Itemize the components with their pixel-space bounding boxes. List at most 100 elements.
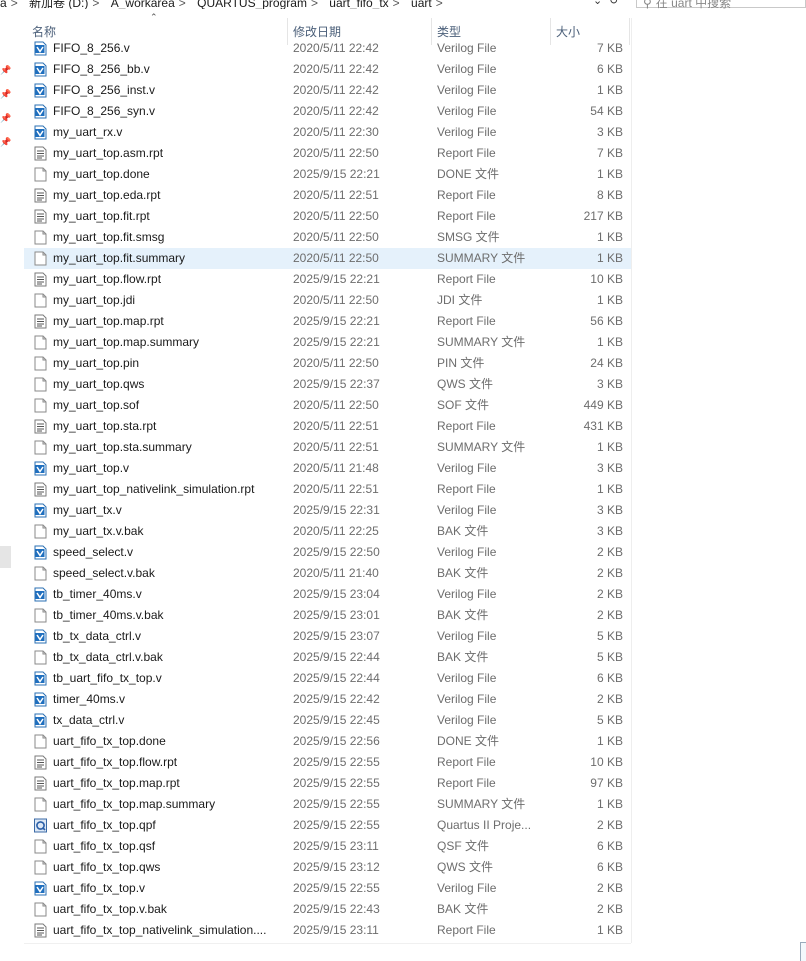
nav-selected-item[interactable]	[0, 546, 11, 568]
pin-icon[interactable]: 📌	[0, 66, 11, 75]
file-size: 1 KB	[596, 482, 623, 496]
report-file-icon	[34, 188, 47, 203]
blank-file-icon	[34, 860, 47, 875]
file-size: 7 KB	[596, 146, 623, 160]
file-size: 5 KB	[596, 629, 623, 643]
file-row[interactable]: uart_fifo_tx_top.v 2025/9/15 22:55 Verilog…	[24, 878, 631, 899]
file-modified-date: 2025/9/15 23:11	[293, 923, 379, 937]
resize-grip[interactable]	[800, 942, 806, 961]
file-row[interactable]: FIFO_8_256_inst.v 2020/5/11 22:42 Verilog …	[24, 80, 631, 101]
file-modified-date: 2025/9/15 22:21	[293, 335, 380, 349]
breadcrumb-item[interactable]: uart	[411, 0, 432, 9]
file-row[interactable]: my_uart_tx.v.bak 2020/5/11 22:25 BAK 文件 3 K…	[24, 521, 631, 542]
file-row[interactable]: tx_data_ctrl.v 2025/9/15 22:45 Verilog Fil…	[24, 710, 631, 731]
file-row[interactable]: my_uart_top.flow.rpt 2025/9/15 22:21 Repor…	[24, 269, 631, 290]
blank-file-icon	[34, 377, 47, 392]
report-file-icon	[34, 755, 47, 770]
verilog-file-icon	[34, 671, 47, 686]
file-modified-date: 2025/9/15 22:50	[293, 545, 380, 559]
file-row[interactable]: uart_fifo_tx_top.map.summary 2025/9/15 22…	[24, 794, 631, 815]
file-row[interactable]: timer_40ms.v 2025/9/15 22:42 Verilog File 2…	[24, 689, 631, 710]
file-type: Verilog File	[437, 62, 497, 76]
file-row[interactable]: tb_uart_fifo_tx_top.v 2025/9/15 22:44 Veri…	[24, 668, 631, 689]
file-row[interactable]: my_uart_top.map.rpt 2025/9/15 22:21 Report…	[24, 311, 631, 332]
file-modified-date: 2025/9/15 22:55	[293, 818, 380, 832]
file-size: 3 KB	[596, 524, 623, 538]
navigation-pane-edge: 📌 📌 📌 📌	[0, 16, 11, 960]
file-row[interactable]: my_uart_top.sof 2020/5/11 22:50 SOF 文件 449 …	[24, 395, 631, 416]
chevron-down-icon[interactable]: ⌄	[593, 0, 602, 7]
file-row[interactable]: uart_fifo_tx_top.v.bak 2025/9/15 22:43 BAK…	[24, 899, 631, 920]
file-row[interactable]: my_uart_top.sta.rpt 2020/5/11 22:51 Report…	[24, 416, 631, 437]
file-size: 3 KB	[596, 377, 623, 391]
file-row[interactable]: speed_select.v 2025/9/15 22:50 Verilog Fil…	[24, 542, 631, 563]
file-row[interactable]: my_uart_top.fit.rpt 2020/5/11 22:50 Report…	[24, 206, 631, 227]
search-icon: ⚲	[643, 0, 652, 9]
file-row[interactable]: FIFO_8_256.v 2020/5/11 22:42 Verilog File 7…	[24, 38, 631, 59]
file-row[interactable]: tb_tx_data_ctrl.v.bak 2025/9/15 22:44 BAK …	[24, 647, 631, 668]
file-row[interactable]: my_uart_top.qws 2025/9/15 22:37 QWS 文件 3 KB	[24, 374, 631, 395]
file-row[interactable]: uart_fifo_tx_top.flow.rpt 2025/9/15 22:55…	[24, 752, 631, 773]
file-row[interactable]: my_uart_top.v 2020/5/11 21:48 Verilog File…	[24, 458, 631, 479]
file-size: 5 KB	[596, 650, 623, 664]
file-row[interactable]: tb_timer_40ms.v 2025/9/15 23:04 Verilog Fi…	[24, 584, 631, 605]
file-row[interactable]: my_uart_top.jdi 2020/5/11 22:50 JDI 文件 1 KB	[24, 290, 631, 311]
file-row[interactable]: tb_tx_data_ctrl.v 2025/9/15 23:07 Verilog …	[24, 626, 631, 647]
file-type: SUMMARY 文件	[437, 440, 526, 454]
verilog-file-icon	[34, 104, 47, 119]
search-input[interactable]: ⚲ 在 uart 中搜索	[636, 0, 806, 9]
file-name: my_uart_top.jdi	[53, 293, 136, 307]
file-modified-date: 2025/9/15 22:42	[293, 692, 380, 706]
file-row[interactable]: my_uart_top.fit.smsg 2020/5/11 22:50 SMSG …	[24, 227, 631, 248]
file-row[interactable]: tb_timer_40ms.v.bak 2025/9/15 23:01 BAK 文件…	[24, 605, 631, 626]
file-modified-date: 2025/9/15 22:44	[293, 650, 380, 664]
file-modified-date: 2020/5/11 22:42	[293, 62, 379, 76]
pin-icon[interactable]: 📌	[0, 114, 11, 123]
file-row[interactable]: uart_fifo_tx_top.qpf 2025/9/15 22:55 Quart…	[24, 815, 631, 836]
verilog-file-icon	[34, 125, 47, 140]
file-row[interactable]: my_uart_top.pin 2020/5/11 22:50 PIN 文件 24 K…	[24, 353, 631, 374]
verilog-file-icon	[34, 83, 47, 98]
file-modified-date: 2020/5/11 22:42	[293, 41, 379, 55]
file-row[interactable]: uart_fifo_tx_top.qsf 2025/9/15 23:11 QSF 文…	[24, 836, 631, 857]
file-modified-date: 2020/5/11 22:50	[293, 356, 379, 370]
file-row[interactable]: my_uart_top.fit.summary 2020/5/11 22:50 SU…	[24, 248, 631, 269]
file-row[interactable]: my_uart_tx.v 2025/9/15 22:31 Verilog File 3…	[24, 500, 631, 521]
file-type: PIN 文件	[437, 356, 485, 370]
file-row[interactable]: my_uart_top.sta.summary 2020/5/11 22:51 SU…	[24, 437, 631, 458]
file-row[interactable]: FIFO_8_256_syn.v 2020/5/11 22:42 Verilog F…	[24, 101, 631, 122]
breadcrumb-item[interactable]: A_workarea	[111, 0, 175, 9]
file-row[interactable]: my_uart_top.eda.rpt 2020/5/11 22:51 Report…	[24, 185, 631, 206]
file-type: SUMMARY 文件	[437, 335, 526, 349]
pin-icon[interactable]: 📌	[0, 90, 11, 99]
breadcrumb-item[interactable]: a	[0, 0, 7, 9]
file-row[interactable]: my_uart_top_nativelink_simulation.rpt 202…	[24, 479, 631, 500]
file-row[interactable]: my_uart_rx.v 2020/5/11 22:30 Verilog File 3…	[24, 122, 631, 143]
breadcrumb-item[interactable]: uart_fifo_tx	[329, 0, 388, 9]
file-type: Verilog File	[437, 545, 497, 559]
verilog-file-icon	[34, 692, 47, 707]
breadcrumb-item[interactable]: QUARTUS_program	[197, 0, 307, 9]
refresh-icon[interactable]: ↻	[609, 0, 618, 7]
blank-file-icon	[34, 167, 47, 182]
verilog-file-icon	[34, 62, 47, 77]
breadcrumb-item[interactable]: 新加卷 (D:)	[29, 0, 88, 9]
file-size: 6 KB	[596, 860, 623, 874]
file-name: my_uart_top_nativelink_simulation.rpt	[53, 482, 255, 496]
file-row[interactable]: my_uart_top.asm.rpt 2020/5/11 22:50 Report…	[24, 143, 631, 164]
file-name: uart_fifo_tx_top.v.bak	[53, 902, 167, 916]
file-row[interactable]: uart_fifo_tx_top_nativelink_simulation..…	[24, 920, 631, 941]
file-row[interactable]: uart_fifo_tx_top.map.rpt 2025/9/15 22:55 R…	[24, 773, 631, 794]
file-row[interactable]: my_uart_top.done 2025/9/15 22:21 DONE 文件 1 …	[24, 164, 631, 185]
file-row[interactable]: my_uart_top.map.summary 2025/9/15 22:21 SU…	[24, 332, 631, 353]
file-row[interactable]: uart_fifo_tx_top.done 2025/9/15 22:56 DONE…	[24, 731, 631, 752]
file-row[interactable]: speed_select.v.bak 2020/5/11 21:40 BAK 文件 2…	[24, 563, 631, 584]
file-size: 97 KB	[590, 776, 623, 790]
pin-icon[interactable]: 📌	[0, 138, 11, 147]
file-size: 5 KB	[596, 713, 623, 727]
file-row[interactable]: uart_fifo_tx_top.qws 2025/9/15 23:12 QWS 文…	[24, 857, 631, 878]
file-type: QWS 文件	[437, 377, 493, 391]
file-size: 1 KB	[596, 734, 623, 748]
file-row[interactable]: FIFO_8_256_bb.v 2020/5/11 22:42 Verilog Fi…	[24, 59, 631, 80]
file-modified-date: 2020/5/11 22:50	[293, 146, 379, 160]
